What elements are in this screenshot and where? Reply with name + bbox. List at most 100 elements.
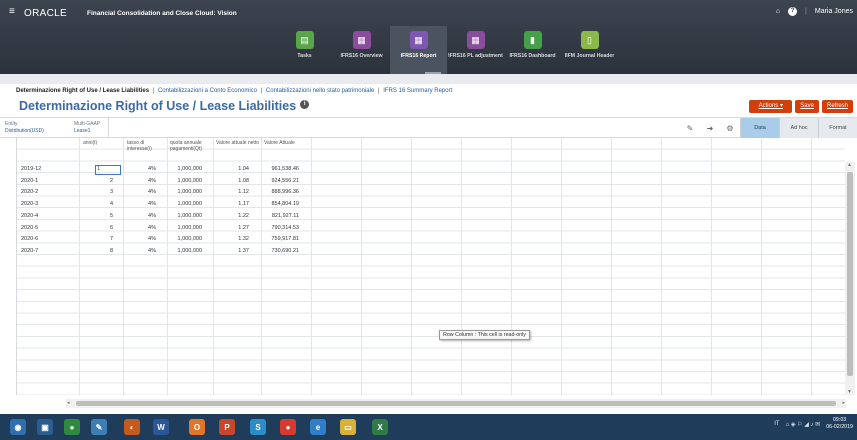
tray-language[interactable]: IT	[774, 421, 779, 427]
table-cell[interactable]: 6	[73, 225, 113, 231]
nav-tab-ifrs16-dashboard[interactable]: ▮ IFRS16 Dashboard	[504, 26, 561, 74]
scroll-thumb[interactable]	[76, 401, 836, 406]
table-cell[interactable]: 4%	[116, 225, 156, 231]
excel-icon[interactable]: X	[372, 419, 388, 435]
table-cell[interactable]: 8	[73, 248, 113, 254]
table-cell[interactable]: 1.12	[209, 189, 249, 195]
selected-cell[interactable]	[95, 165, 121, 175]
help-icon[interactable]: ?	[788, 7, 798, 16]
row-label[interactable]: 2020-2	[21, 189, 38, 195]
table-cell[interactable]: 821,927.11	[259, 213, 299, 219]
table-cell[interactable]: 1.27	[209, 225, 249, 231]
breadcrumb-link-conto-economico[interactable]: Contabilizzazioni a Conto Economico	[158, 88, 257, 94]
breadcrumb-link-summary-report[interactable]: IFRS 16 Summary Report	[383, 88, 452, 94]
table-cell[interactable]: 2	[73, 178, 113, 184]
table-cell[interactable]: 4%	[116, 236, 156, 242]
table-cell[interactable]: 1.37	[209, 248, 249, 254]
table-cell[interactable]: 4%	[116, 201, 156, 207]
pov-multigaap[interactable]: Multi-GAAP Lease1	[74, 121, 100, 134]
table-cell[interactable]: 1.22	[209, 213, 249, 219]
info-icon[interactable]: i	[300, 100, 310, 110]
horizontal-scrollbar[interactable]: ◂ ▸	[66, 399, 846, 408]
table-cell[interactable]: 7	[73, 236, 113, 242]
column-header[interactable]: anni(t)	[83, 140, 127, 146]
user-name[interactable]: Maria Jones	[815, 8, 853, 15]
hamburger-icon[interactable]: ≡	[9, 7, 15, 17]
outlook-icon[interactable]: O	[189, 419, 205, 435]
table-cell[interactable]: 1,000,000	[162, 178, 202, 184]
table-cell[interactable]: 1,000,000	[162, 225, 202, 231]
paint-icon[interactable]: ✎	[91, 419, 107, 435]
table-cell[interactable]: 3	[73, 189, 113, 195]
row-label[interactable]: 2020-3	[21, 201, 38, 207]
skype-icon[interactable]: S	[250, 419, 266, 435]
table-cell[interactable]: 5	[73, 213, 113, 219]
column-header[interactable]: Valore Attuale	[264, 140, 312, 146]
scroll-right-icon[interactable]: ▸	[842, 400, 845, 406]
table-cell[interactable]: 1,000,000	[162, 166, 202, 172]
scroll-up-icon[interactable]: ▲	[847, 162, 852, 168]
save-button[interactable]: Save	[795, 100, 819, 113]
vertical-scrollbar[interactable]: ▲ ▼	[845, 162, 855, 395]
chrome-alt-icon[interactable]: ●	[280, 419, 296, 435]
table-cell[interactable]: 854,804.19	[259, 201, 299, 207]
table-cell[interactable]: 4%	[116, 248, 156, 254]
home-icon[interactable]: ⌂	[776, 8, 780, 15]
table-cell[interactable]: 4%	[116, 213, 156, 219]
table-cell[interactable]: 1,000,000	[162, 189, 202, 195]
table-cell[interactable]: 4	[73, 201, 113, 207]
word-icon[interactable]: W	[153, 419, 169, 435]
table-cell[interactable]: 888,996.36	[259, 189, 299, 195]
nav-tab-ifrs16-overview[interactable]: ▦ IFRS16 Overview	[333, 26, 390, 74]
actions-button[interactable]: Actions ▾	[749, 100, 793, 113]
row-label[interactable]: 2020-5	[21, 225, 38, 231]
nav-tab-ifrs16-report[interactable]: ▦ IFRS16 Report	[390, 26, 447, 74]
table-cell[interactable]: 1,000,000	[162, 236, 202, 242]
column-header[interactable]: Valore attuale netto	[216, 140, 261, 146]
arrow-right-icon[interactable]: ➜	[700, 124, 720, 133]
table-cell[interactable]: 1,000,000	[162, 213, 202, 219]
table-cell[interactable]: 1.32	[209, 236, 249, 242]
tab-ad-hoc[interactable]: Ad hoc	[779, 118, 818, 138]
folder-icon[interactable]: ▭	[340, 419, 356, 435]
scroll-left-icon[interactable]: ◂	[67, 400, 70, 406]
table-cell[interactable]: 759,917.81	[259, 236, 299, 242]
table-cell[interactable]: 790,314.53	[259, 225, 299, 231]
table-cell[interactable]: 4%	[116, 178, 156, 184]
table-cell[interactable]: 1,000,000	[162, 248, 202, 254]
table-cell[interactable]: 4%	[116, 189, 156, 195]
scroll-thumb[interactable]	[847, 172, 853, 376]
table-cell[interactable]: 730,690.21	[259, 248, 299, 254]
pov-entity[interactable]: Entity Distribution(USD)	[5, 121, 44, 134]
column-header[interactable]: tasso di interesse(i)	[127, 140, 167, 152]
chrome-icon[interactable]: ●	[64, 419, 80, 435]
pov-entity-value[interactable]: Distribution(USD)	[5, 128, 44, 135]
pov-multigaap-value[interactable]: Lease1	[74, 128, 100, 135]
breadcrumb-link-stato-patrimoniale[interactable]: Contabilizzazioni nello stato patrimonia…	[266, 88, 374, 94]
row-label[interactable]: 2020-7	[21, 248, 38, 254]
row-label[interactable]: 2019-12	[21, 166, 41, 172]
refresh-button[interactable]: Refresh	[821, 100, 853, 113]
edge-icon[interactable]: e	[310, 419, 326, 435]
firefox-icon[interactable]: ◐	[124, 419, 140, 435]
tray-icons[interactable]: ⌂ ◈ ⚐ ◢ ♪ ✉	[786, 421, 821, 428]
nav-tab-tasks[interactable]: ▤ Tasks	[276, 26, 333, 74]
table-cell[interactable]: 1,000,000	[162, 201, 202, 207]
table-cell[interactable]: 1.04	[209, 166, 249, 172]
row-label[interactable]: 2020-1	[21, 178, 38, 184]
table-cell[interactable]: 1.08	[209, 178, 249, 184]
start-icon[interactable]: ◉	[10, 419, 26, 435]
pencil-icon[interactable]: ✎	[680, 124, 700, 133]
table-cell[interactable]: 924,556.21	[259, 178, 299, 184]
table-cell[interactable]: 961,538.46	[259, 166, 299, 172]
tab-format[interactable]: Format	[818, 118, 857, 138]
table-cell[interactable]: 4%	[116, 166, 156, 172]
table-cell[interactable]: 1.17	[209, 201, 249, 207]
clock[interactable]: 09:03 06-02/2019	[826, 417, 853, 431]
row-label[interactable]: 2020-6	[21, 236, 38, 242]
column-header[interactable]: quota annuale pagamenti(Qt)	[170, 140, 215, 152]
gear-icon[interactable]: ⚙	[720, 124, 740, 133]
nav-tab-ifrs16-pl-adjustment[interactable]: ▦ IFRS16 PL adjustment	[447, 26, 504, 74]
scroll-down-icon[interactable]: ▼	[847, 389, 852, 395]
nav-tab-iifm-journal-header[interactable]: ▯ IIFM Journal Header	[561, 26, 618, 74]
